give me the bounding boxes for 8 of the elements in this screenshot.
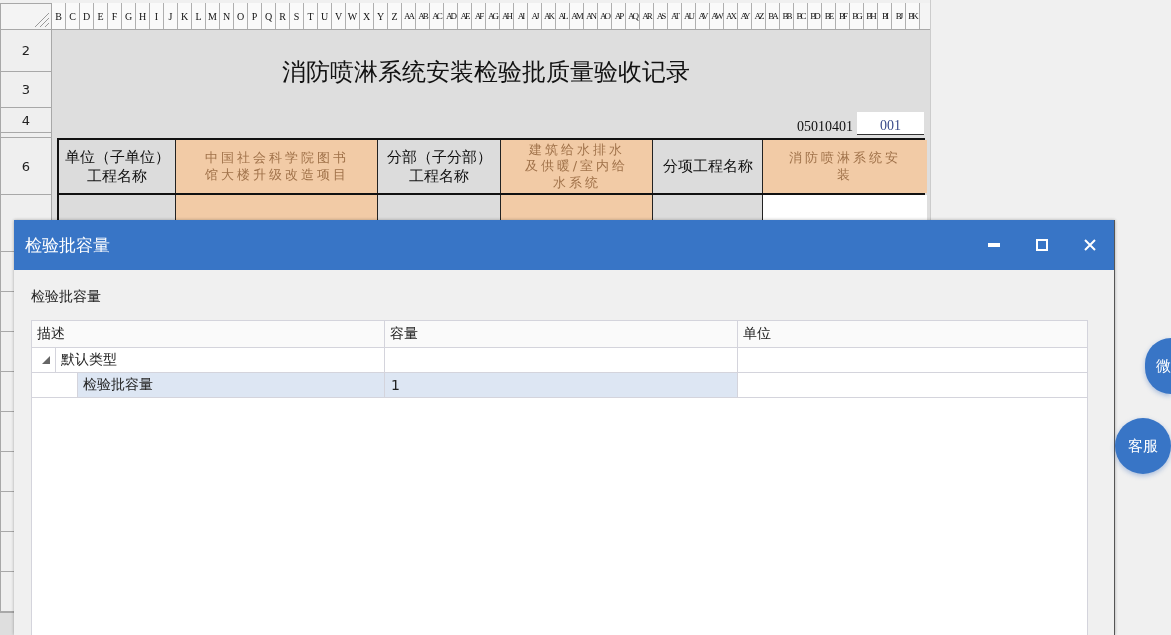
dialog-title: 检验批容量 — [25, 233, 111, 257]
field-value: 建筑给水排水及供暖/室内给水系统 — [500, 140, 652, 193]
capacity-cell: 1 — [384, 373, 737, 397]
field-value: 中国社会科学院图书馆大楼升级改造项目 — [175, 140, 377, 193]
form-title: 消防喷淋系统安装检验批质量验收记录 — [282, 57, 690, 88]
section-label: 检验批容量 — [31, 288, 101, 306]
form-code: 05010401 — [797, 119, 853, 135]
field-value: 消防喷淋系统安装 — [762, 140, 927, 193]
